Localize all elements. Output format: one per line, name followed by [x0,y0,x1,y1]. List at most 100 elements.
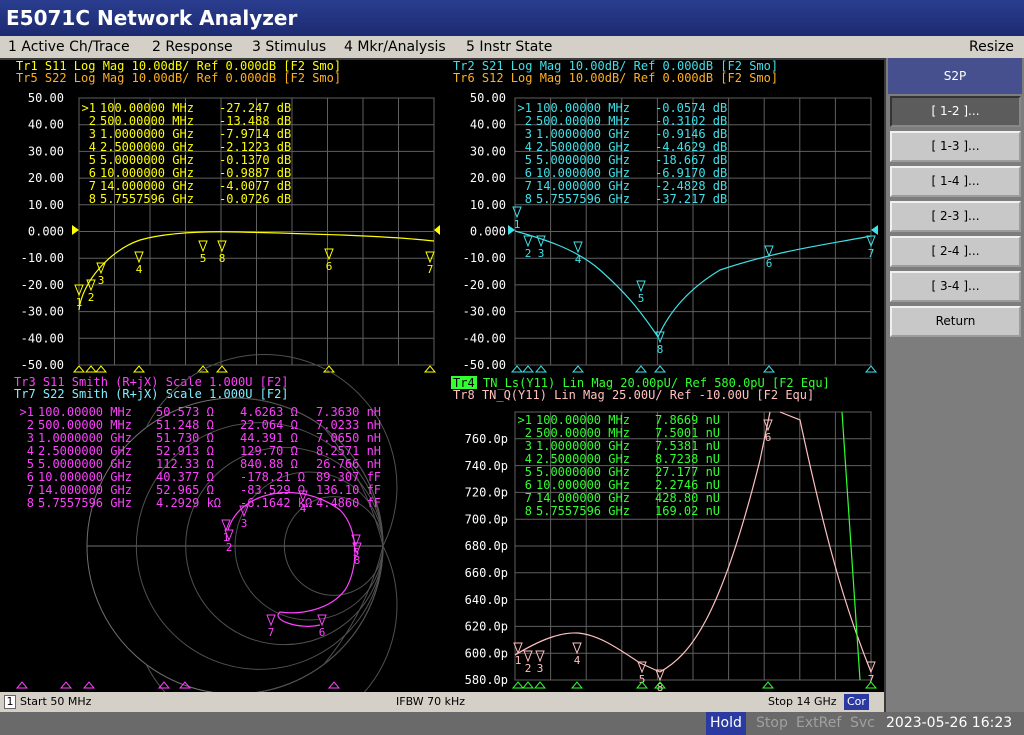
menu-instr-state[interactable]: 5 Instr State [466,36,552,58]
svg-text:5: 5 [200,252,207,265]
bottom-status-bar: Hold Stop ExtRef Svc 2023-05-26 16:23 [0,712,1024,735]
br-ytick: 580.0p [465,673,508,687]
bl-marker-cell: 6 [27,470,34,484]
tr-marker-cell: 3 [525,127,532,141]
tl-marker-cell: -4.0077 dB [219,179,291,193]
tr-marker-cell: 10.000000 GHz [536,166,630,180]
softkey-1-4[interactable]: [ 1-4 ]... [890,166,1021,197]
svg-text:1: 1 [76,296,83,309]
tl-marker-7: 7 [425,251,435,276]
br-ytick: 600.0p [465,646,508,660]
br-marker-cell: 5.0000000 GHz [536,465,630,479]
tl-bottom-marker [215,365,229,373]
bl-marker-cell: >1 [20,405,34,419]
bl-marker-cell: 2 [27,418,34,432]
softkey-2-3[interactable]: [ 2-3 ]... [890,201,1021,232]
tr-marker-cell: 8 [525,192,532,206]
tl-ytick: -10.00 [21,251,64,265]
br-marker-1: 1 [513,642,523,667]
svg-text:2: 2 [226,541,233,554]
br-marker-8: 8 [655,669,665,692]
softkey-2-4[interactable]: [ 2-4 ]... [890,236,1021,267]
tl-ref-line-left [72,225,79,235]
tl-marker-cell: -27.247 dB [219,101,291,115]
tr-ytick: 50.00 [470,91,506,105]
softkey-3-4[interactable]: [ 3-4 ]... [890,271,1021,302]
tl-marker-2: 2 [86,279,96,304]
br-marker-4: 4 [572,642,582,667]
tl-marker-cell: 3 [89,127,96,141]
br-trace-header-3: Tr8 TN_Q(Y11) Lin Mag 25.00U/ Ref -10.00… [453,388,814,402]
tr-marker-cell: -2.4828 dB [655,179,727,193]
menu-mkr-analysis[interactable]: 4 Mkr/Analysis [344,36,446,58]
stop-freq: Stop 14 GHz [768,695,837,708]
menu-resize[interactable]: Resize [969,36,1014,58]
br-bottom-marker [761,681,775,689]
tl-marker-cell: 5.0000000 GHz [100,153,194,167]
tl-marker-cell: -0.9887 dB [219,166,291,180]
svg-text:2: 2 [525,662,532,675]
tl-marker-cell: 2 [89,114,96,128]
svg-text:6: 6 [319,626,326,639]
bl-marker-cell: 7.3630 nH [316,405,381,419]
br-marker-cell: 100.00000 MHz [536,413,630,427]
br-marker-cell: 10.000000 GHz [536,478,630,492]
bl-marker-cell: 7 [27,483,34,497]
softkey-title: S2P [888,58,1022,94]
bl-marker-cell: 1.0000000 GHz [38,431,132,445]
tl-bottom-marker [84,365,98,373]
tl-marker-cell: -0.0726 dB [219,192,291,206]
br-marker-cell: 7.5381 nU [655,439,720,453]
bl-marker-cell: 26.766 nH [316,457,381,471]
tr-marker-8: 8 [655,331,665,356]
tl-ytick: 0.000 [28,225,64,239]
br-bottom-marker [533,681,547,689]
softkey-return[interactable]: Return [890,306,1021,337]
tl-ytick: 50.00 [28,91,64,105]
tr-ytick: 20.00 [470,171,506,185]
bl-marker-cell: 5.7557596 GHz [38,496,132,510]
tr-marker-6: 6 [764,245,774,270]
tr-ytick: -20.00 [463,278,506,292]
menu-stimulus[interactable]: 3 Stimulus [252,36,326,58]
tl-bottom-marker [423,365,437,373]
tr-marker-cell: -0.9146 dB [655,127,727,141]
br-marker-cell: 7 [525,491,532,505]
svg-text:1: 1 [514,218,521,231]
tr-marker-cell: 5 [525,153,532,167]
bl-marker-cell: 50.573 Ω [156,405,214,419]
br-marker-cell: >1 [518,413,532,427]
channel-indicator[interactable]: 1 [4,695,16,709]
bl-marker-cell: 3 [27,431,34,445]
tl-ytick: -40.00 [21,331,64,345]
bl-marker-cell: 840.88 Ω [240,457,298,471]
tl-marker-5: 5 [198,240,208,265]
tl-marker-cell: 5 [89,153,96,167]
tl-marker-cell: -0.1370 dB [219,153,291,167]
br-marker-cell: 14.000000 GHz [536,491,630,505]
menu-bar: 1 Active Ch/Trace 2 Response 3 Stimulus … [0,36,1024,58]
softkey-1-2[interactable]: [ 1-2 ]... [890,96,1021,127]
br-marker-cell: 5.7557596 GHz [536,504,630,518]
status-bar: 1 Start 50 MHz IFBW 70 kHz Stop 14 GHz C… [0,692,884,712]
br-marker-cell: 428.80 nU [655,491,720,505]
svg-text:6: 6 [766,257,773,270]
tl-ytick: -30.00 [21,305,64,319]
bl-marker-cell: -83.529 Ω [240,483,305,497]
tr-marker-cell: 14.000000 GHz [536,179,630,193]
svg-text:4: 4 [136,263,143,276]
softkey-1-3[interactable]: [ 1-3 ]... [890,131,1021,162]
tl-marker-cell: -13.488 dB [219,114,291,128]
tr-bottom-marker [510,365,524,373]
tr-marker-1: 1 [512,206,522,231]
br-ytick: 720.0p [465,486,508,500]
bl-marker-cell: 5 [27,457,34,471]
br-marker-cell: 2.2746 nU [655,478,720,492]
bl-marker-cell: 14.000000 GHz [38,483,132,497]
menu-response[interactable]: 2 Response [152,36,233,58]
bl-marker-cell: 40.377 Ω [156,470,214,484]
tr-marker-2: 2 [523,235,533,260]
tr-marker-cell: -4.4629 dB [655,140,727,154]
menu-active-ch-trace[interactable]: 1 Active Ch/Trace [8,36,130,58]
bl-marker-cell: 7.0650 nH [316,431,381,445]
